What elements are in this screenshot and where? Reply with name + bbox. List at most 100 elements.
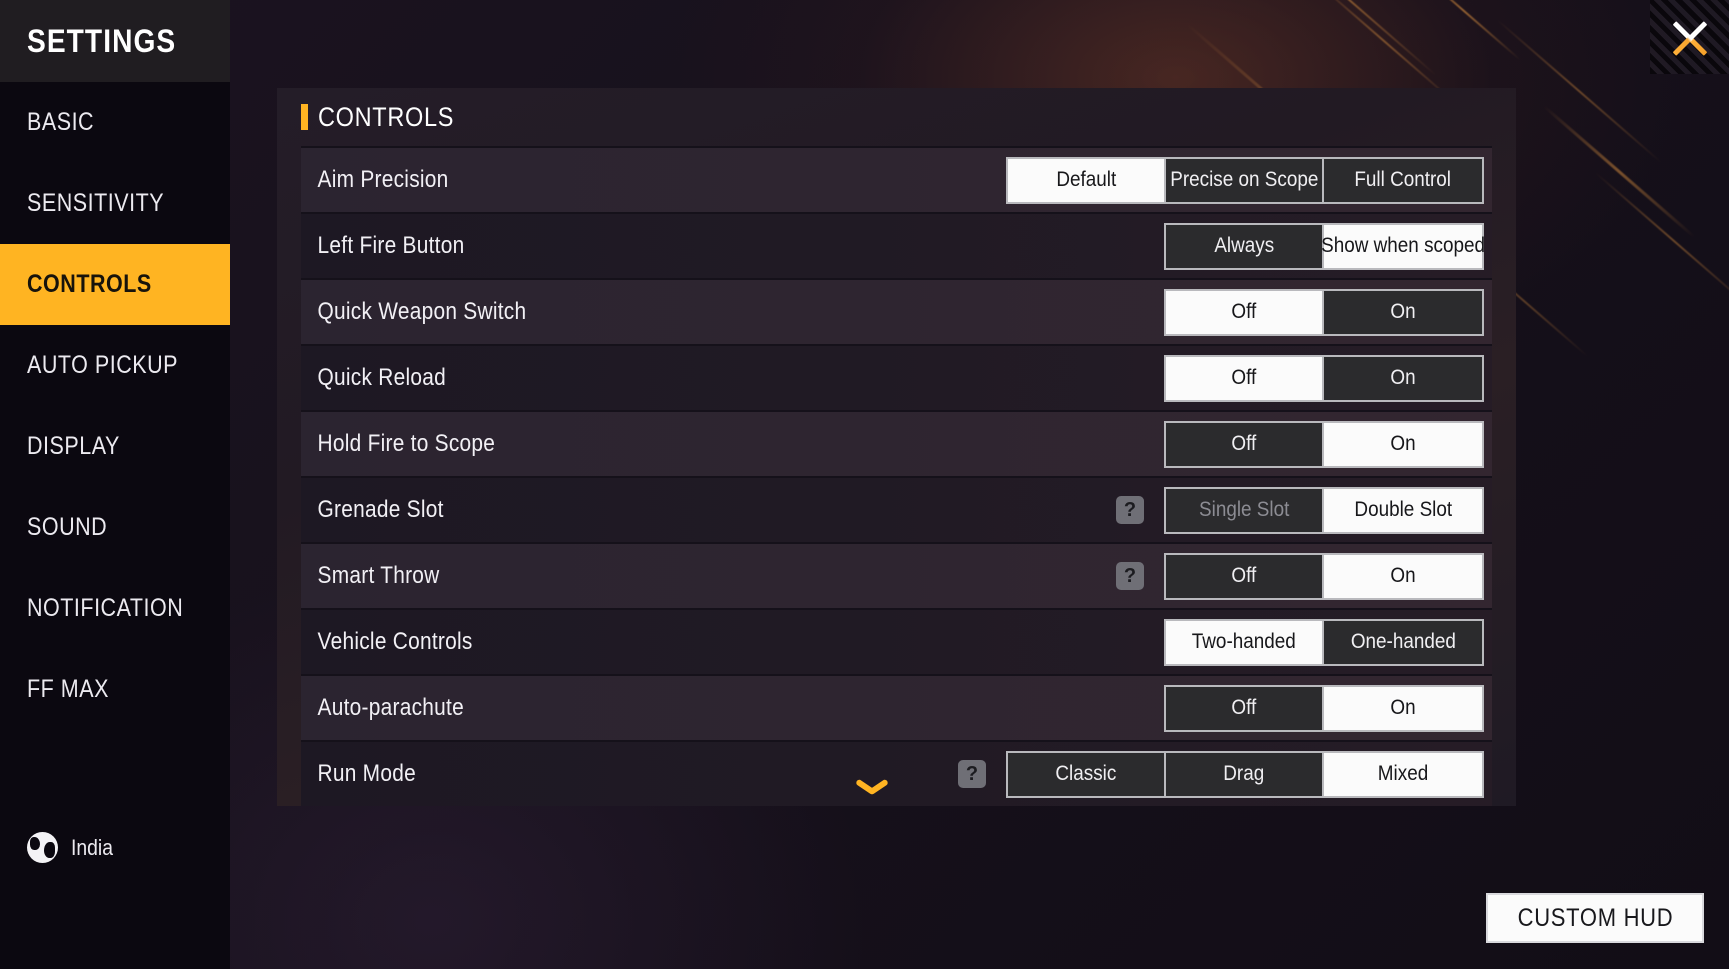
sidebar-item-auto-pickup[interactable]: AUTO PICKUP (0, 325, 230, 406)
settings-sidebar: SETTINGS BASIC SENSITIVITY CONTROLS AUTO PI… (0, 0, 230, 969)
segment-option-label: On (1390, 366, 1416, 389)
segment-option-label: Precise on Scope (1169, 168, 1319, 191)
segment-option[interactable]: One-handed (1324, 620, 1482, 664)
segment-option-label: Classic (1055, 762, 1117, 785)
segment-option-label: Default (1056, 168, 1116, 191)
setting-control-area: ? Off On (1116, 552, 1492, 600)
segment-option-label: Mixed (1377, 762, 1429, 785)
sidebar-item-ff-max[interactable]: FF MAX (0, 649, 230, 730)
setting-control-area: Off On (1164, 354, 1492, 402)
setting-label: Quick Reload (317, 364, 447, 391)
segment-option-label: One-handed (1350, 630, 1456, 653)
segment-option-label: Always (1214, 234, 1274, 257)
question-mark-icon[interactable]: ? (958, 760, 986, 788)
segment-option-label: Off (1231, 432, 1257, 455)
segmented-control: Off On (1164, 354, 1484, 402)
sidebar-nav-list: BASIC SENSITIVITY CONTROLS AUTO PICKUP DISPL… (0, 82, 230, 730)
segment-option[interactable]: Classic (1008, 752, 1166, 796)
close-icon (1668, 15, 1712, 59)
settings-row-list: Aim Precision Default Precise on Scope Full… (277, 146, 1516, 806)
settings-row: Grenade Slot? Single Slot Double Slot (301, 476, 1492, 542)
segment-option[interactable]: On (1324, 290, 1482, 334)
locale-indicator[interactable]: India (27, 832, 119, 863)
segment-option[interactable]: On (1324, 356, 1482, 400)
segmented-control: Two-handed One-handed (1164, 618, 1484, 666)
setting-control-area: ? Single Slot Double Slot (1116, 486, 1492, 534)
section-title: CONTROLS (318, 101, 455, 132)
segment-option[interactable]: Default (1008, 158, 1166, 202)
segmented-control: Off On (1164, 420, 1484, 468)
locale-label: India (71, 834, 113, 860)
sidebar-item-label: AUTO PICKUP (27, 351, 179, 379)
segment-option[interactable]: Precise on Scope (1166, 158, 1324, 202)
setting-control-area: Default Precise on Scope Full Control (1006, 156, 1492, 204)
segment-option[interactable]: Show when scoped (1321, 224, 1485, 268)
segment-option-label: Off (1231, 300, 1257, 323)
segment-option[interactable]: Off (1166, 422, 1324, 466)
page-title: SETTINGS (27, 22, 177, 59)
segment-option[interactable]: On (1324, 554, 1482, 598)
setting-label: Left Fire Button (317, 232, 465, 259)
sidebar-item-basic[interactable]: BASIC (0, 82, 230, 163)
chevron-down-icon[interactable] (855, 778, 889, 802)
setting-label: Grenade Slot (317, 496, 444, 523)
segment-option-label: Off (1231, 366, 1257, 389)
question-mark-icon[interactable]: ? (1116, 562, 1144, 590)
segment-option[interactable]: Off (1166, 290, 1324, 334)
setting-control-area: Always Show when scoped (1164, 222, 1492, 270)
question-mark-icon[interactable]: ? (1116, 496, 1144, 524)
segmented-control: Default Precise on Scope Full Control (1006, 156, 1484, 204)
setting-control-area: ? Classic Drag Mixed (958, 750, 1492, 798)
segment-option[interactable]: Full Control (1324, 158, 1482, 202)
sidebar-item-label: CONTROLS (27, 270, 152, 298)
sidebar-item-notification[interactable]: NOTIFICATION (0, 568, 230, 649)
segment-option-label: Show when scoped (1321, 234, 1485, 257)
segment-option-label: Off (1231, 564, 1257, 587)
close-button[interactable] (1650, 0, 1729, 74)
sidebar-item-label: SENSITIVITY (27, 189, 165, 217)
segment-option[interactable]: Mixed (1324, 752, 1482, 796)
segment-option[interactable]: Off (1166, 554, 1324, 598)
setting-label: Auto-parachute (317, 694, 464, 721)
settings-row: Quick Weapon Switch Off On (301, 278, 1492, 344)
segment-option-label: Two-handed (1191, 630, 1297, 653)
setting-label: Smart Throw (317, 562, 440, 589)
controls-panel: CONTROLS Aim Precision Default Precise on … (277, 88, 1516, 806)
custom-hud-button[interactable]: CUSTOM HUD (1486, 893, 1704, 943)
settings-row: Quick Reload Off On (301, 344, 1492, 410)
sidebar-item-sound[interactable]: SOUND (0, 487, 230, 568)
segment-option[interactable]: Double Slot (1324, 488, 1482, 532)
segmented-control: Always Show when scoped (1164, 222, 1485, 270)
custom-hud-label: CUSTOM HUD (1517, 903, 1673, 932)
setting-label: Run Mode (317, 760, 416, 787)
segment-option[interactable]: On (1324, 686, 1482, 730)
segment-option-label: On (1390, 564, 1416, 587)
setting-control-area: Off On (1164, 420, 1492, 468)
sidebar-item-label: DISPLAY (27, 432, 120, 460)
sidebar-item-sensitivity[interactable]: SENSITIVITY (0, 163, 230, 244)
setting-label: Quick Weapon Switch (317, 298, 527, 325)
segment-option[interactable]: Drag (1166, 752, 1324, 796)
segment-option[interactable]: Two-handed (1166, 620, 1324, 664)
segment-option-label: Single Slot (1198, 498, 1290, 521)
segmented-control: Single Slot Double Slot (1164, 486, 1484, 534)
segment-option[interactable]: On (1324, 422, 1482, 466)
settings-row: Aim Precision Default Precise on Scope Full… (301, 146, 1492, 212)
segment-option[interactable]: Off (1166, 686, 1324, 730)
sidebar-item-display[interactable]: DISPLAY (0, 406, 230, 487)
segmented-control: Off On (1164, 288, 1484, 336)
sidebar-header: SETTINGS (0, 0, 230, 82)
settings-row: Vehicle Controls Two-handed One-handed (301, 608, 1492, 674)
settings-row: Auto-parachute Off On (301, 674, 1492, 740)
sidebar-item-label: BASIC (27, 108, 95, 136)
segmented-control: Off On (1164, 684, 1484, 732)
segment-option-label: Off (1231, 696, 1257, 719)
settings-row: Hold Fire to Scope Off On (301, 410, 1492, 476)
sidebar-item-controls[interactable]: CONTROLS (0, 244, 230, 325)
segment-option[interactable]: Always (1166, 224, 1324, 268)
segmented-control: Off On (1164, 552, 1484, 600)
sidebar-item-label: FF MAX (27, 675, 109, 703)
segment-option[interactable]: Off (1166, 356, 1324, 400)
segment-option-label: Drag (1223, 762, 1265, 785)
segment-option-label: On (1390, 696, 1416, 719)
